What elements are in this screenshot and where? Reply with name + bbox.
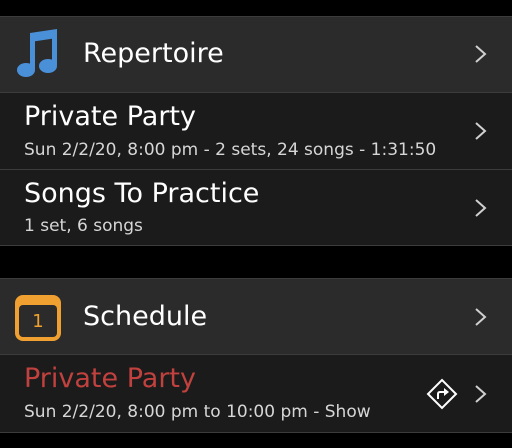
setlist-item-songs-to-practice[interactable]: Songs To Practice 1 set, 6 songs [0, 170, 512, 246]
chevron-right-icon [470, 384, 490, 404]
event-item-private-party[interactable]: Private Party Sun 2/2/20, 8:00 pm to 10:… [0, 355, 512, 433]
setlist-subtitle: 1 set, 6 songs [24, 216, 143, 236]
event-title: Private Party [24, 363, 196, 394]
setlist-item-private-party[interactable]: Private Party Sun 2/2/20, 8:00 pm - 2 se… [0, 93, 512, 170]
directions-icon[interactable] [426, 378, 458, 410]
schedule-title: Schedule [83, 301, 208, 332]
setlist-subtitle: Sun 2/2/20, 8:00 pm - 2 sets, 24 songs -… [24, 140, 437, 160]
repertoire-header[interactable]: Repertoire [0, 16, 512, 93]
setlist-title: Private Party [24, 101, 196, 132]
music-note-icon [16, 29, 62, 81]
repertoire-title: Repertoire [83, 38, 224, 69]
calendar-day-number: 1 [32, 311, 44, 332]
setlist-title: Songs To Practice [24, 178, 260, 209]
chevron-right-icon [470, 307, 490, 327]
chevron-right-icon [470, 44, 490, 64]
chevron-right-icon [470, 198, 490, 218]
event-subtitle: Sun 2/2/20, 8:00 pm to 10:00 pm - Show [24, 402, 371, 422]
chevron-right-icon [470, 121, 490, 141]
schedule-header[interactable]: 1 Schedule [0, 278, 512, 355]
